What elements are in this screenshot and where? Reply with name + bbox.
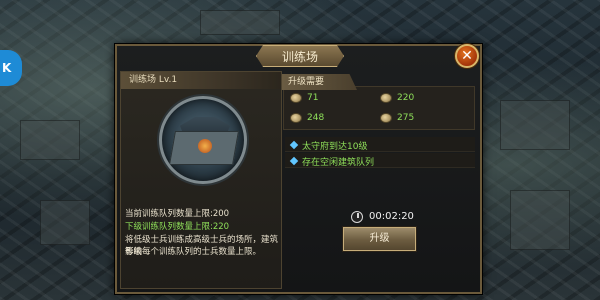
requirements-header: 升级需要 bbox=[282, 74, 357, 90]
dialog-title: 训练场 bbox=[256, 45, 344, 67]
condition-row: 存在空闲建筑队列 bbox=[285, 153, 475, 168]
stone-cost: 275 bbox=[397, 113, 415, 123]
close-button[interactable]: ✕ bbox=[455, 44, 479, 68]
background-building bbox=[500, 100, 570, 150]
food-cost: 71 bbox=[307, 93, 319, 103]
building-level-header: 训练场 Lv.1 bbox=[121, 72, 281, 89]
condition-row: 太守府到达10级 bbox=[285, 137, 475, 152]
condition-text: 存在空闲建筑队列 bbox=[302, 158, 375, 168]
wood-cost: 220 bbox=[397, 93, 415, 103]
current-limit-text: 当前训练队列数量上限:200 bbox=[125, 209, 230, 219]
building-portrait bbox=[159, 96, 247, 184]
iron-icon bbox=[290, 113, 302, 123]
condition-text: 太守府到达10级 bbox=[302, 142, 368, 152]
side-tab-label: K bbox=[2, 61, 12, 75]
background-building bbox=[40, 200, 90, 245]
food-icon bbox=[290, 93, 302, 103]
clock-icon bbox=[351, 211, 363, 223]
background-building bbox=[200, 10, 280, 35]
diamond-icon bbox=[289, 140, 299, 150]
description-line-2: 影响每个训练队列的士兵数量上限。 bbox=[125, 247, 262, 257]
background-building bbox=[20, 120, 80, 160]
upgrade-button[interactable]: 升级 bbox=[343, 227, 416, 251]
stone-icon bbox=[380, 113, 392, 123]
building-emblem-icon bbox=[198, 139, 212, 153]
diamond-icon bbox=[289, 156, 299, 166]
iron-cost: 248 bbox=[307, 113, 325, 123]
upgrade-timer: 00:02:20 bbox=[369, 211, 414, 222]
background-building bbox=[510, 190, 570, 250]
next-limit-text: 下级训练队列数量上限:220 bbox=[125, 222, 230, 232]
side-tab[interactable]: K bbox=[0, 50, 22, 86]
wood-icon bbox=[380, 93, 392, 103]
